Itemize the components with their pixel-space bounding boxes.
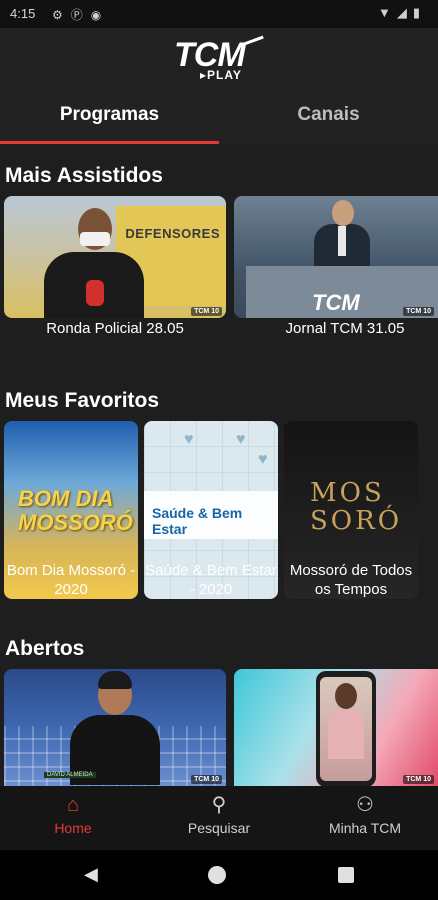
record-icon: ◉ <box>90 8 110 22</box>
section-title-abertos: Abertos <box>5 637 85 660</box>
nav-minha-tcm-label: Minha TCM <box>328 820 402 836</box>
program-title-bom-dia-mossoro: Bom Dia Mossoró - 2020 <box>6 562 136 598</box>
battery-icon: ▮ <box>412 5 426 20</box>
nav-pesquisar-label: Pesquisar <box>187 820 251 836</box>
system-navigation-bar: ◀ <box>0 850 438 900</box>
channel-badge: TCM 10 <box>191 307 222 316</box>
video-card-jornal-tcm[interactable]: TCM TCM 10 <box>234 196 438 318</box>
home-icon: ⌂ <box>66 794 80 816</box>
user-icon: ⚇ <box>356 794 374 816</box>
nav-home[interactable]: ⌂ Home <box>0 794 146 836</box>
video-title-ronda-policial[interactable]: Ronda Policial 28.05 <box>4 320 226 337</box>
signal-icon: ◢ <box>396 5 413 20</box>
thumb-presenter <box>70 671 160 785</box>
nav-pesquisar[interactable]: ⚲ Pesquisar <box>146 794 292 836</box>
home-circle-icon[interactable] <box>208 866 226 884</box>
video-title-jornal-tcm[interactable]: Jornal TCM 31.05 <box>234 320 438 337</box>
video-card-aberto-2[interactable]: TCM 10 <box>234 669 438 786</box>
heart-icon: ♥ <box>258 451 268 468</box>
tab-programas[interactable]: Programas <box>0 104 219 126</box>
thumb-bom-dia-logo: BOM DIA MOSSORÓ <box>18 486 133 535</box>
p-icon: Ⓟ <box>70 8 91 22</box>
tcm-play-logo: TCM ▸PLAY <box>174 35 266 82</box>
thumb-anchor <box>314 200 370 270</box>
status-notification-icons: ⚙Ⓟ◉ <box>52 6 109 23</box>
channel-badge: TCM 10 <box>191 775 222 784</box>
heart-icon: ♥ <box>184 431 194 448</box>
video-card-ronda-policial[interactable]: DEFENSORES TCM 10 <box>4 196 226 318</box>
thumb-reporter <box>40 208 144 318</box>
section-title-meus-favoritos: Meus Favoritos <box>5 389 160 412</box>
tab-canais[interactable]: Canais <box>219 104 438 126</box>
logo-sub-text: ▸PLAY <box>200 68 242 82</box>
bottom-navigation: ⌂ Home ⚲ Pesquisar ⚇ Minha TCM <box>0 786 438 850</box>
program-title-saude-bem-estar: Saúde & Bem Estar - 2020 <box>145 562 277 598</box>
app-header: TCM ▸PLAY <box>0 28 438 88</box>
channel-badge: TCM 10 <box>403 307 434 316</box>
section-title-mais-assistidos: Mais Assistidos <box>5 164 163 187</box>
status-system-icons: ▼◢▮ <box>378 5 426 21</box>
heart-icon: ♥ <box>236 431 246 448</box>
program-title-mossoro-todos-tempos: Mossoró de Todos os Tempos <box>289 562 413 598</box>
thumb-lower-third: DAVID ALMEIDA <box>44 772 96 778</box>
video-card-aberto-1[interactable]: DAVID ALMEIDA TCM 10 <box>4 669 226 786</box>
nav-minha-tcm[interactable]: ⚇ Minha TCM <box>292 794 438 836</box>
status-time: 4:15 <box>10 6 36 21</box>
thumb-person <box>328 709 364 759</box>
gear-icon: ⚙ <box>52 8 71 22</box>
program-card-bom-dia-mossoro[interactable]: BOM DIA MOSSORÓ Bom Dia Mossoró - 2020 <box>4 421 138 599</box>
thumb-saude-logo: Saúde & Bem Estar <box>152 505 243 537</box>
recents-icon[interactable] <box>338 867 354 883</box>
nav-home-label: Home <box>54 820 92 836</box>
thumb-desk-logo: TCM <box>312 290 360 315</box>
status-bar: 4:15 ⚙Ⓟ◉ ▼◢▮ <box>0 0 438 28</box>
tab-active-indicator <box>0 141 219 144</box>
back-icon[interactable]: ◀ <box>84 864 98 885</box>
program-card-mossoro-todos-tempos[interactable]: MOS SORÓ Mossoró de Todos os Tempos <box>284 421 418 599</box>
channel-badge: TCM 10 <box>403 775 434 784</box>
program-card-saude-bem-estar[interactable]: ♥ ♥ ♥ Saúde & Bem Estar Saúde & Bem Esta… <box>144 421 278 599</box>
wifi-icon: ▼ <box>377 5 397 20</box>
search-icon: ⚲ <box>211 794 227 816</box>
thumb-mossoro-logo: MOS SORÓ <box>310 478 403 536</box>
tab-bar: Programas Canais <box>0 88 438 144</box>
